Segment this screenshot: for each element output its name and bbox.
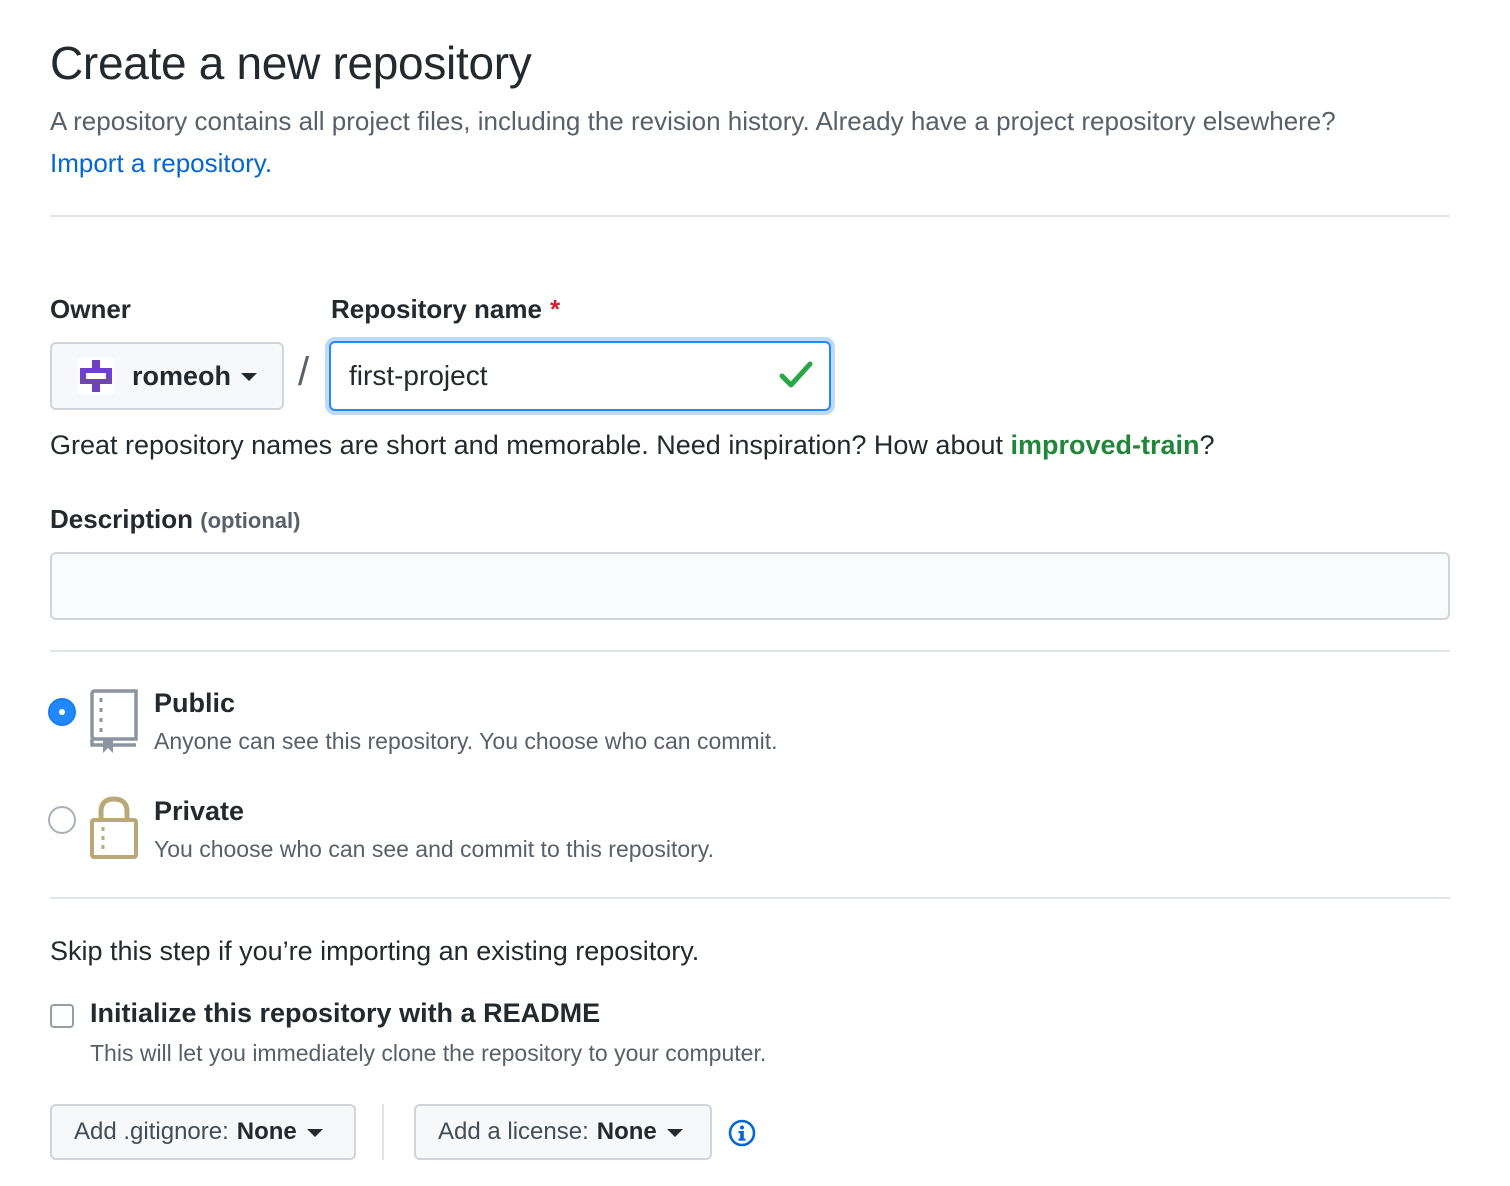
repo-name-hint: Great repository names are short and mem… xyxy=(50,430,1215,461)
readme-checkbox[interactable] xyxy=(50,1004,74,1028)
chevron-down-icon xyxy=(241,373,258,381)
gitignore-value: None xyxy=(236,1118,297,1145)
public-desc: Anyone can see this repository. You choo… xyxy=(154,728,778,754)
description-label-text: Description xyxy=(50,504,194,534)
hint-suffix: ? xyxy=(1199,430,1215,460)
lock-icon xyxy=(90,796,138,859)
public-radio[interactable] xyxy=(48,698,76,726)
repo-name-label: Repository name * xyxy=(331,294,560,325)
hint-prefix: Great repository names are short and mem… xyxy=(50,430,1003,460)
chevron-down-icon xyxy=(306,1129,323,1137)
suggested-name-link[interactable]: improved-train xyxy=(1011,430,1200,460)
info-icon[interactable] xyxy=(728,1119,756,1147)
owner-repo-separator: / xyxy=(298,350,310,394)
intro-text: A repository contains all project files,… xyxy=(50,106,1336,136)
public-title: Public xyxy=(154,688,236,718)
chevron-down-icon xyxy=(666,1129,683,1137)
repo-book-icon xyxy=(90,689,138,753)
license-value: None xyxy=(596,1118,657,1145)
repo-name-input[interactable] xyxy=(329,341,831,411)
private-title: Private xyxy=(154,796,245,826)
readme-label[interactable]: Initialize this repository with a README xyxy=(90,998,600,1029)
readme-desc: This will let you immediately clone the … xyxy=(90,1040,767,1066)
license-select-button[interactable]: Add a license: None xyxy=(414,1104,712,1160)
description-label: Description (optional) xyxy=(50,504,300,535)
skip-step-text: Skip this step if you’re importing an ex… xyxy=(50,936,700,966)
repo-name-label-text: Repository name xyxy=(331,294,542,324)
optional-tag: (optional) xyxy=(200,508,301,533)
divider xyxy=(50,215,1450,217)
owner-select-button[interactable]: romeoh xyxy=(50,342,284,410)
license-label: Add a license: xyxy=(438,1118,589,1145)
gitignore-label: Add .gitignore: xyxy=(74,1118,229,1145)
owner-label: Owner xyxy=(50,294,131,324)
check-icon xyxy=(779,361,813,388)
owner-name: romeoh xyxy=(132,360,232,391)
gitignore-select-button[interactable]: Add .gitignore: None xyxy=(50,1104,356,1160)
owner-identicon-icon xyxy=(78,358,114,394)
private-radio[interactable] xyxy=(48,806,76,834)
vertical-divider xyxy=(382,1104,384,1160)
page-title: Create a new repository xyxy=(50,37,532,89)
divider xyxy=(50,897,1450,899)
page-intro: A repository contains all project files,… xyxy=(50,100,1410,184)
owner-avatar xyxy=(78,358,114,394)
import-repository-link[interactable]: Import a repository. xyxy=(50,148,272,178)
required-mark: * xyxy=(549,294,561,324)
divider xyxy=(50,650,1450,652)
private-desc: You choose who can see and commit to thi… xyxy=(154,836,714,862)
description-input[interactable] xyxy=(50,552,1450,620)
